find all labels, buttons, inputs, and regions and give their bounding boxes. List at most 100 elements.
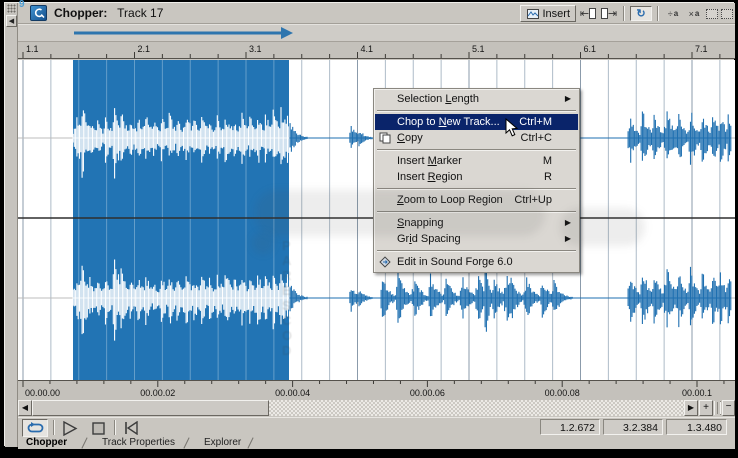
transport-bar: 1.2.672 3.2.384 1.3.480	[18, 417, 735, 437]
selection-dotted-icon-1[interactable]	[706, 9, 718, 19]
submenu-arrow-icon: ▶	[565, 234, 571, 243]
menu-item-shortcut: Ctrl+Up	[514, 194, 552, 206]
dock-strip[interactable]: ◀	[5, 3, 18, 447]
window-title-doc: Track 17	[117, 6, 163, 20]
tab-track-properties[interactable]: Track Properties	[102, 437, 175, 448]
submenu-arrow-icon: ▶	[565, 94, 571, 103]
menu-item-insert-marker[interactable]: Insert Marker M	[375, 153, 578, 169]
beat-ruler[interactable]: 1.1 2.1 3.1 4.1 5.1 6.1 7.1	[18, 42, 735, 59]
scroll-right-icon[interactable]: ▶	[684, 400, 698, 416]
tab-divider	[183, 437, 189, 448]
menu-separator	[375, 107, 578, 114]
screenshot-frame: 9 ◀ Chopper: Track 17 Insert	[0, 0, 738, 458]
tab-divider	[81, 437, 87, 448]
halve-selection-icon[interactable]: ÷a	[664, 6, 682, 21]
menu-item-label: Selection Length	[397, 93, 479, 105]
double-selection-icon[interactable]: ×a	[685, 6, 703, 21]
menu-item-label: Insert Marker	[397, 155, 462, 167]
insert-length-arrow	[18, 25, 735, 41]
menu-item-label: Copy	[397, 132, 423, 144]
zoom-out-icon[interactable]: −	[722, 400, 735, 416]
svg-text:1.1: 1.1	[26, 44, 39, 54]
window-title-app: Chopper:	[54, 6, 107, 20]
insert-picture-icon	[526, 6, 539, 21]
svg-text:3.1: 3.1	[249, 44, 262, 54]
menu-item-shortcut: M	[543, 155, 552, 167]
menu-separator	[375, 208, 578, 215]
transport-separator	[53, 420, 55, 435]
menu-item-shortcut: Ctrl+M	[519, 116, 552, 128]
svg-text:5.1: 5.1	[472, 44, 485, 54]
menu-item-chop-to-new-track[interactable]: Chop to New Track...Ctrl+M	[375, 114, 578, 130]
scrollbar-grip[interactable]	[714, 401, 721, 415]
menu-item-selection-length[interactable]: Selection Length ▶	[375, 91, 578, 107]
loop-playback-icon	[27, 422, 44, 434]
menu-item-label: Grid Spacing	[397, 233, 461, 245]
svg-text:00.00.04: 00.00.04	[275, 388, 310, 398]
sound-forge-icon	[379, 256, 393, 268]
svg-text:7.1: 7.1	[695, 44, 708, 54]
stop-button[interactable]	[86, 419, 110, 437]
svg-text:00.00.02: 00.00.02	[140, 388, 175, 398]
horizontal-scrollbar[interactable]: ◀ ▶ + −	[18, 400, 735, 417]
selection-length-display[interactable]: 1.3.480	[666, 419, 727, 435]
play-icon	[63, 421, 78, 436]
menu-separator	[375, 146, 578, 153]
scroll-left-icon[interactable]: ◀	[18, 400, 32, 416]
menu-item-grid-spacing[interactable]: Grid Spacing ▶	[375, 231, 578, 247]
dock-grip-icon[interactable]	[7, 4, 16, 13]
go-to-start-button[interactable]	[119, 419, 143, 437]
submenu-arrow-icon: ▶	[565, 218, 571, 227]
scrollbar-thumb[interactable]	[32, 400, 269, 416]
loop-playback-button[interactable]	[22, 419, 48, 437]
toolbar-separator	[657, 6, 659, 21]
svg-text:00.00.00: 00.00.00	[25, 388, 60, 398]
tab-divider	[247, 437, 253, 448]
undock-button[interactable]: ◀	[6, 15, 17, 27]
menu-item-insert-region[interactable]: Insert Region R	[375, 169, 578, 185]
play-button[interactable]	[58, 419, 82, 437]
menu-item-label: Insert Region	[397, 171, 462, 183]
menu-item-zoom-to-loop-region[interactable]: Zoom to Loop Region Ctrl+Up	[375, 192, 578, 208]
menu-item-label: Zoom to Loop Region	[397, 194, 503, 206]
menu-item-shortcut: R	[544, 171, 552, 183]
selection-start-display[interactable]: 1.2.672	[540, 419, 600, 435]
chopper-toolbar: Insert ⇤ ⇥ ↻ ÷a ×a	[520, 4, 733, 23]
svg-text:2.1: 2.1	[138, 44, 151, 54]
tab-explorer[interactable]: Explorer	[204, 437, 241, 448]
time-ruler[interactable]: 00.00.00 00.00.02 00.00.04 00.00.06 00.00.08…	[18, 380, 735, 400]
svg-text:4.1: 4.1	[361, 44, 374, 54]
tab-chopper[interactable]: Chopper	[26, 437, 67, 448]
window-title: Chopper: Track 17	[54, 6, 163, 20]
insert-length-bar[interactable]	[18, 24, 735, 42]
menu-item-copy[interactable]: Copy Ctrl+C	[375, 130, 578, 146]
menu-item-label: Edit in Sound Forge 6.0	[397, 256, 513, 268]
shift-selection-left-icon[interactable]: ⇤	[579, 6, 597, 21]
link-arrow-to-selection-icon[interactable]: ↻	[630, 6, 652, 21]
svg-text:00.00.1: 00.00.1	[682, 388, 712, 398]
menu-separator	[375, 185, 578, 192]
chopper-window: ◀ Chopper: Track 17 Insert ⇤ ⇥	[4, 2, 734, 446]
menu-item-shortcut: Ctrl+C	[521, 132, 552, 144]
transport-separator	[114, 420, 116, 435]
menu-item-label: Snapping	[397, 217, 444, 229]
zoom-in-icon[interactable]: +	[699, 400, 713, 416]
context-menu: Selection Length ▶ Chop to New Track...Ctr…	[373, 88, 580, 273]
selection-dotted-icon-2[interactable]	[721, 9, 733, 19]
menu-item-edit-in-sound-forge-6-0[interactable]: Edit in Sound Forge 6.0	[375, 254, 578, 270]
selection-region[interactable]	[73, 60, 289, 380]
titlebar: Chopper: Track 17 Insert ⇤ ⇥ ↻ ÷a ×a	[18, 3, 735, 24]
insert-button[interactable]: Insert	[520, 5, 576, 22]
svg-text:6.1: 6.1	[584, 44, 597, 54]
selection-end-display[interactable]: 3.2.384	[603, 419, 663, 435]
svg-text:00.00.08: 00.00.08	[545, 388, 580, 398]
menu-separator	[375, 247, 578, 254]
svg-text:00.00.06: 00.00.06	[410, 388, 445, 398]
acid-swirl-icon	[30, 5, 47, 21]
menu-item-snapping[interactable]: Snapping ▶	[375, 215, 578, 231]
scrollbar-track[interactable]	[269, 400, 684, 416]
shift-selection-right-icon[interactable]: ⇥	[600, 6, 618, 21]
toolbar-separator	[623, 6, 625, 21]
copy-icon	[379, 132, 393, 144]
figure-callout: 9	[19, 0, 25, 10]
